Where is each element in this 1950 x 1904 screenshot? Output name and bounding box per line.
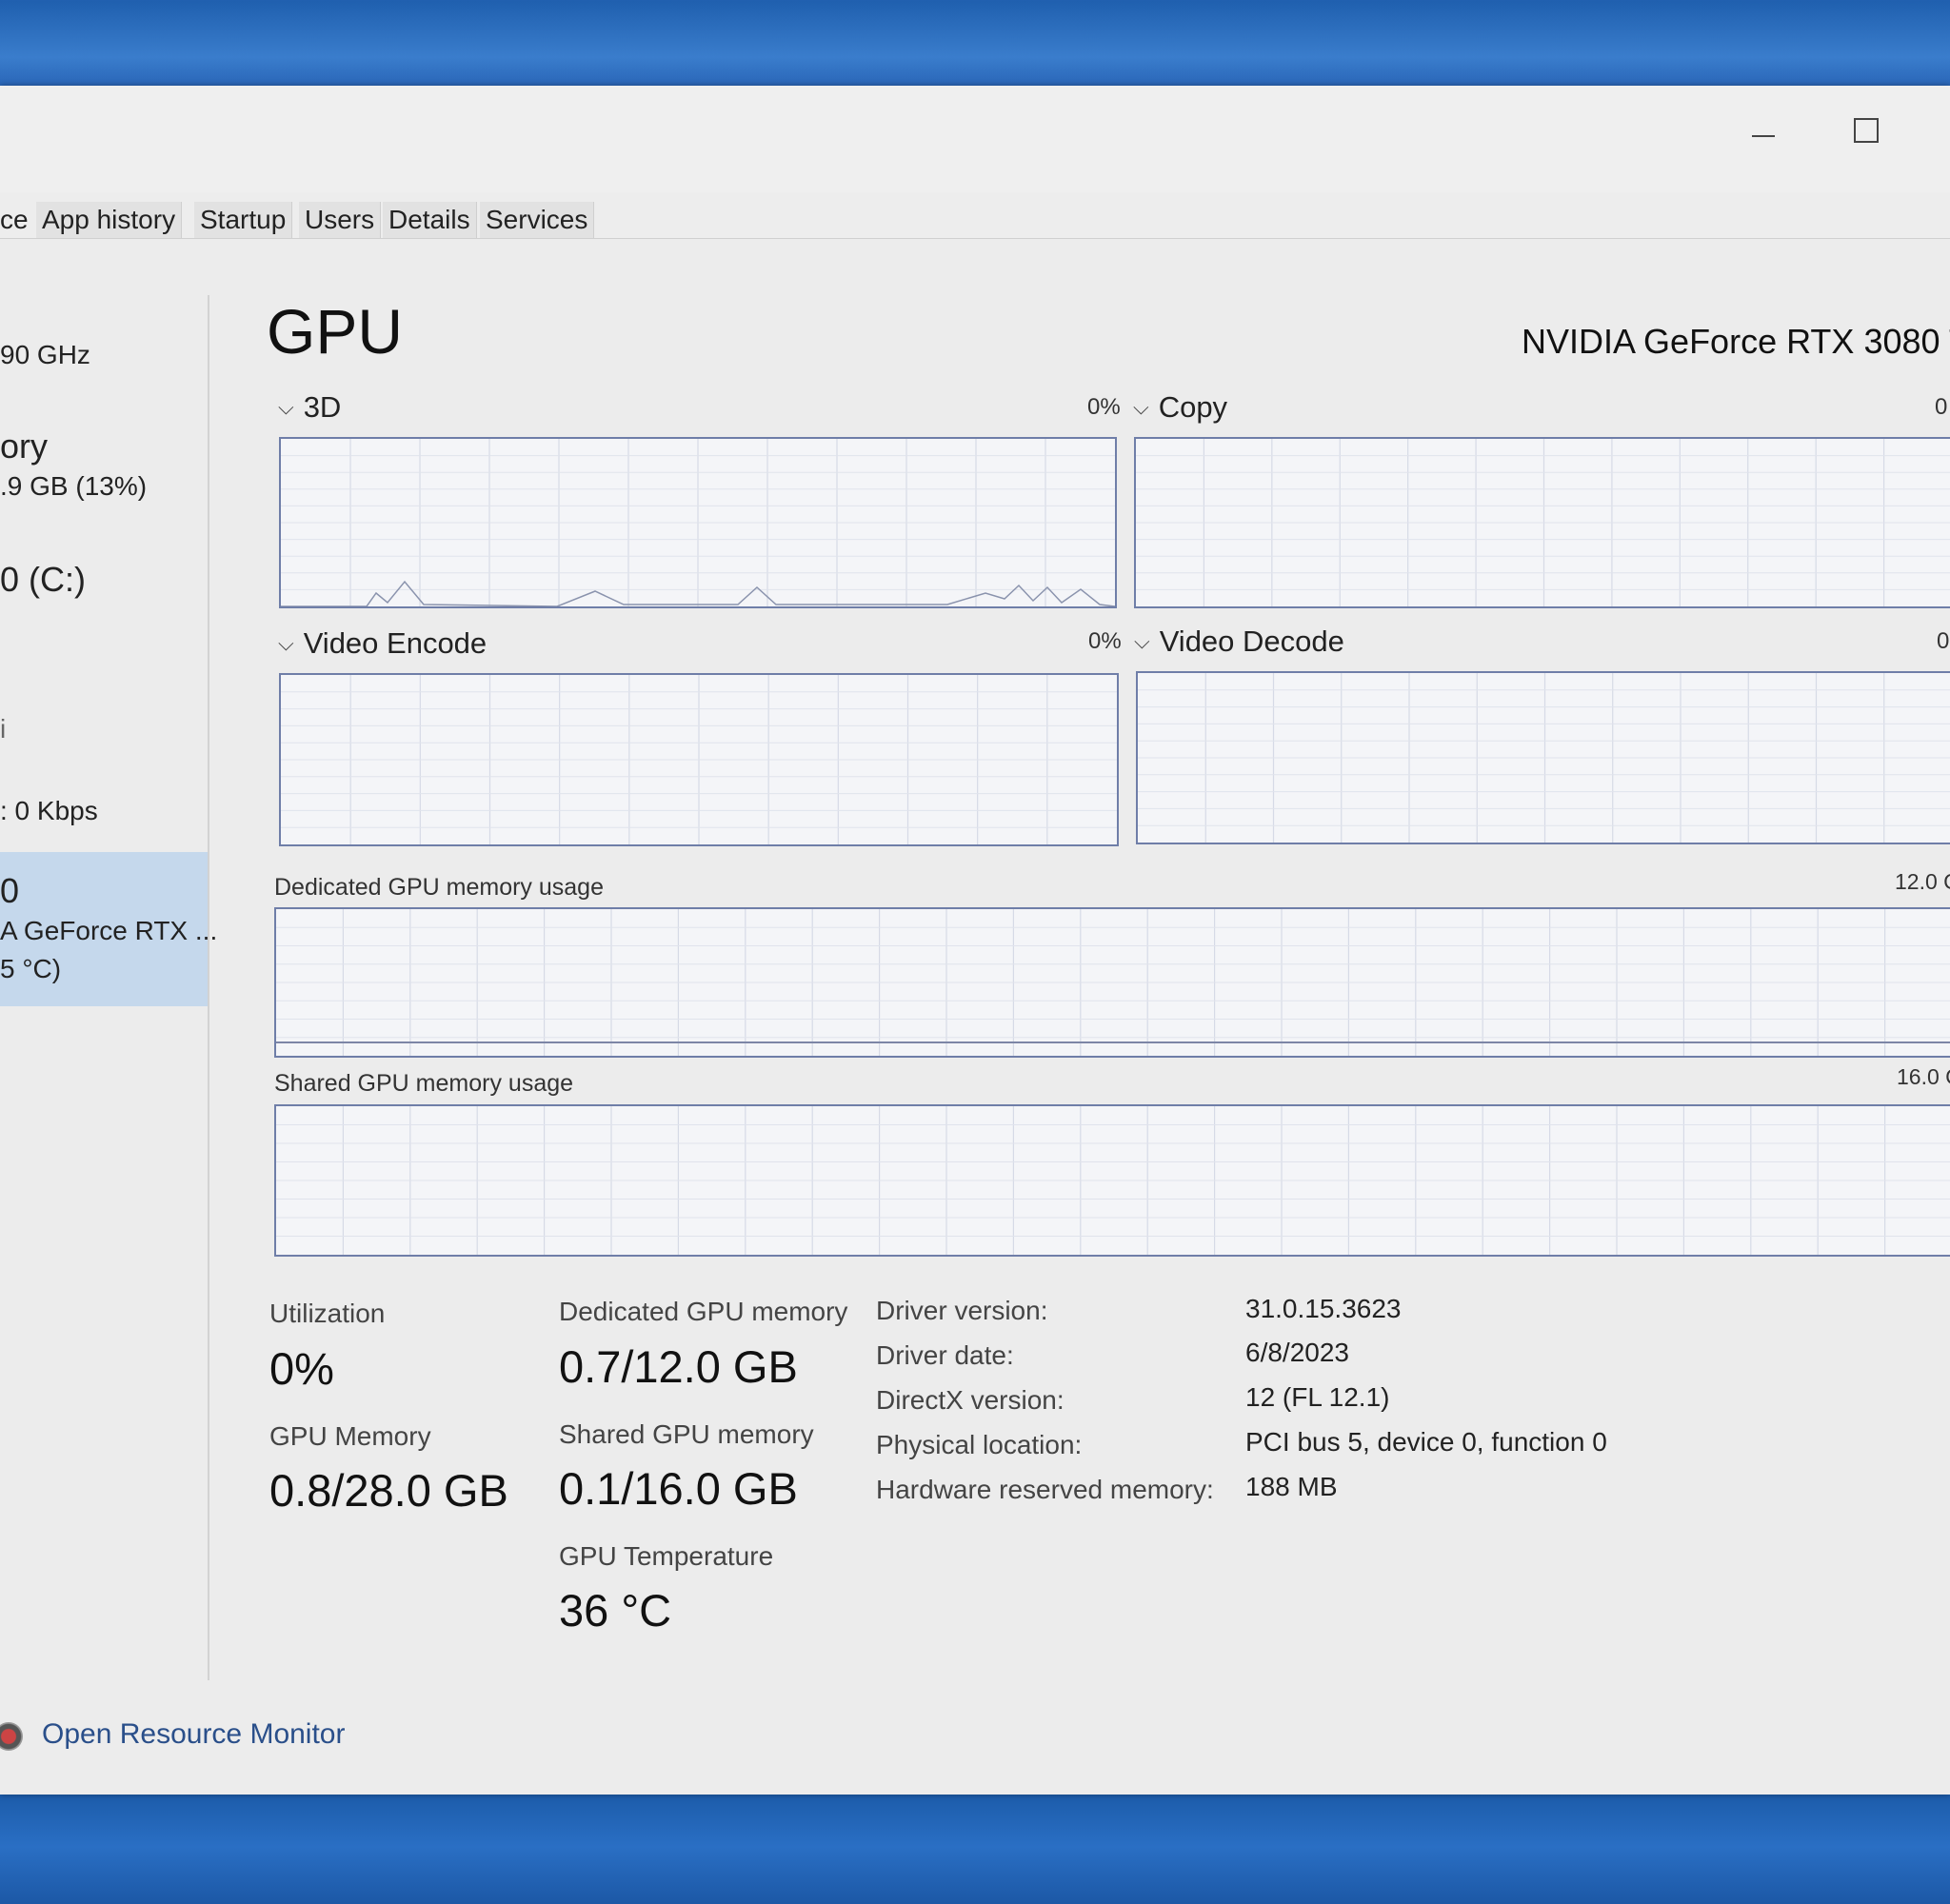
graph-grid xyxy=(281,675,1117,844)
gpu-memory-label: GPU Memory xyxy=(269,1421,431,1451)
hardware-reserved-memory-label: Hardware reserved memory: xyxy=(876,1475,1214,1504)
sidebar-cpu-speed[interactable]: 90 GHz xyxy=(0,340,90,370)
graph-grid xyxy=(1138,673,1950,843)
sidebar-gpu-name: A GeForce RTX ... xyxy=(0,916,218,945)
tab-performance[interactable]: ce xyxy=(0,202,29,238)
chevron-down-icon: ⌵ xyxy=(278,395,294,419)
utilization-value: 0% xyxy=(269,1343,334,1394)
graph-3d-percent: 0% xyxy=(1087,394,1121,420)
maximize-icon xyxy=(1854,118,1879,143)
minimize-icon xyxy=(1752,135,1775,137)
tab-startup[interactable]: Startup xyxy=(194,202,293,238)
graph-video-decode-percent: 0 xyxy=(1937,628,1950,654)
footer: Open Resource Monitor xyxy=(0,1718,571,1766)
shared-memory-graph xyxy=(274,1104,1950,1257)
gpu-temperature-label: GPU Temperature xyxy=(559,1541,774,1571)
title-bar xyxy=(0,86,1950,192)
tab-app-history[interactable]: App history xyxy=(36,202,183,238)
dedicated-memory-max: 12.0 G xyxy=(1895,869,1950,894)
physical-location-value: PCI bus 5, device 0, function 0 xyxy=(1245,1427,1607,1457)
open-resource-monitor-link[interactable]: Open Resource Monitor xyxy=(42,1718,346,1751)
graph-copy-title: Copy xyxy=(1158,390,1228,424)
graph-video-encode xyxy=(279,673,1119,846)
shared-memory-value: 0.1/16.0 GB xyxy=(559,1463,798,1514)
graph-video-encode-title: Video Encode xyxy=(303,626,488,660)
chevron-down-icon: ⌵ xyxy=(1134,629,1150,653)
driver-version-value: 31.0.15.3623 xyxy=(1245,1294,1402,1323)
sidebar-disk-title[interactable]: 0 (C:) xyxy=(0,560,86,600)
page-title: GPU xyxy=(267,296,404,367)
tab-details[interactable]: Details xyxy=(383,202,477,238)
maximize-button[interactable] xyxy=(1838,105,1895,152)
graph-video-encode-label[interactable]: ⌵ Video Encode xyxy=(278,626,487,661)
dedicated-memory-label: Dedicated GPU memory xyxy=(559,1297,848,1326)
sidebar-memory-value: .9 GB (13%) xyxy=(0,471,148,501)
chevron-down-icon: ⌵ xyxy=(1133,395,1149,419)
physical-location-label: Physical location: xyxy=(876,1430,1083,1459)
chevron-down-icon: ⌵ xyxy=(278,631,294,655)
graph-video-decode xyxy=(1136,671,1950,844)
shared-memory-max: 16.0 G xyxy=(1897,1064,1950,1089)
utilization-label: Utilization xyxy=(269,1299,386,1328)
shared-memory-graph-label: Shared GPU memory usage xyxy=(274,1070,574,1097)
dedicated-memory-graph-label: Dedicated GPU memory usage xyxy=(274,874,604,901)
graph-grid xyxy=(276,1106,1950,1255)
dedicated-memory-graph xyxy=(274,907,1950,1058)
graph-3d xyxy=(279,437,1117,608)
graph-grid xyxy=(276,909,1950,1056)
tab-bar: ce App history Startup Users Details Ser… xyxy=(0,192,1950,239)
driver-date-value: 6/8/2023 xyxy=(1245,1338,1349,1367)
resource-monitor-icon[interactable] xyxy=(0,1722,23,1751)
graph-3d-label[interactable]: ⌵ 3D xyxy=(278,390,341,425)
tab-users[interactable]: Users xyxy=(299,202,382,238)
graph-grid xyxy=(281,439,1115,606)
performance-sidebar: 90 GHz ory .9 GB (13%) 0 (C:) i : 0 Kbps… xyxy=(0,295,217,1680)
sidebar-gpu-temp: 5 °C) xyxy=(0,954,62,983)
sidebar-gpu-title: 0 xyxy=(0,871,20,910)
graph-copy-label[interactable]: ⌵ Copy xyxy=(1133,390,1227,425)
driver-version-label: Driver version: xyxy=(876,1296,1048,1325)
sidebar-item-ethernet[interactable]: i xyxy=(0,714,6,744)
driver-date-label: Driver date: xyxy=(876,1340,1014,1370)
gpu-memory-value: 0.8/28.0 GB xyxy=(269,1465,508,1516)
graph-3d-title: 3D xyxy=(303,390,342,424)
hardware-reserved-memory-value: 188 MB xyxy=(1245,1472,1338,1501)
minimize-button[interactable] xyxy=(1735,105,1792,152)
gpu-model-name: NVIDIA GeForce RTX 3080 T xyxy=(1522,322,1950,361)
graph-video-decode-label[interactable]: ⌵ Video Decode xyxy=(1134,625,1344,659)
gpu-temperature-value: 36 °C xyxy=(559,1585,672,1636)
shared-memory-label: Shared GPU memory xyxy=(559,1419,814,1449)
graph-copy xyxy=(1134,437,1950,608)
tab-services[interactable]: Services xyxy=(480,202,595,238)
dedicated-memory-value: 0.7/12.0 GB xyxy=(559,1341,798,1392)
sidebar-memory-title[interactable]: ory xyxy=(0,426,48,466)
directx-version-label: DirectX version: xyxy=(876,1385,1065,1415)
directx-version-value: 12 (FL 12.1) xyxy=(1245,1382,1390,1412)
desktop-background xyxy=(0,1790,1950,1904)
graph-video-decode-title: Video Decode xyxy=(1159,625,1344,658)
graph-copy-percent: 0 xyxy=(1935,394,1948,420)
graph-video-encode-percent: 0% xyxy=(1088,628,1122,654)
sidebar-network-value: : 0 Kbps xyxy=(0,796,98,825)
graph-grid xyxy=(1136,439,1950,606)
